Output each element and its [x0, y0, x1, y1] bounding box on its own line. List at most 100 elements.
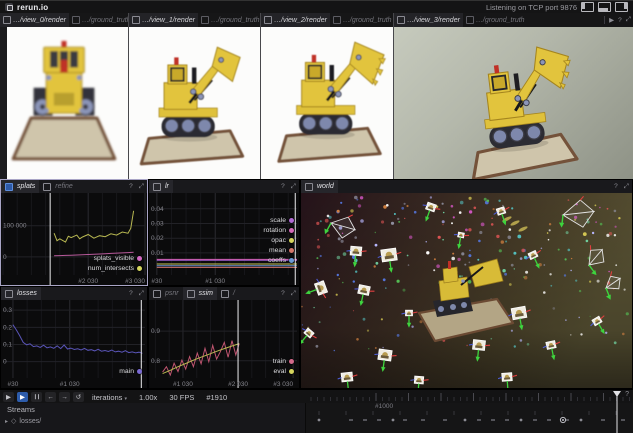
panel-splats[interactable]: splatsrefine? ⤢ 100 0000#2 030#3 030splat…	[0, 179, 148, 286]
legend-item-opac[interactable]: opac	[263, 235, 294, 245]
world-3d-view[interactable]	[301, 193, 632, 388]
tab-refine[interactable]: refine	[39, 180, 77, 193]
rendered-image-view-0[interactable]	[0, 27, 128, 179]
legend-item-main[interactable]: main	[119, 366, 142, 376]
tab-view-1-render[interactable]: …/view_1/render	[129, 13, 198, 27]
maximize-icon[interactable]: ⤢	[291, 183, 296, 190]
toggle-bottom-panel-icon[interactable]	[598, 2, 611, 12]
maximize-icon[interactable]: ⤢	[624, 183, 629, 190]
playhead-handle[interactable]	[613, 391, 621, 397]
toggle-left-panel-icon[interactable]	[581, 2, 594, 12]
legend-item-mean[interactable]: mean	[263, 245, 294, 255]
tab-splats[interactable]: splats	[1, 180, 39, 193]
expand-icon[interactable]: ▸	[5, 418, 8, 425]
legend-item-splats-visible[interactable]: splats_visible	[88, 253, 142, 263]
ssim-plot[interactable]: 0.90.8#1 030#2 030#3 030traineval	[149, 300, 299, 388]
tab-view-1-ground-truth[interactable]: …/ground_truth	[198, 13, 260, 27]
legend-item-coeffs[interactable]: coeffs	[263, 255, 294, 265]
loop-button[interactable]: ↺	[73, 392, 84, 402]
maximize-icon[interactable]: ⤢	[139, 183, 144, 190]
y-tick-label: 0.1	[3, 341, 12, 348]
rendered-image-view-2[interactable]	[261, 27, 393, 179]
timeline-selector[interactable]: iterations▾	[92, 393, 127, 402]
toggle-right-panel-icon[interactable]	[615, 2, 628, 12]
legend-item-eval[interactable]: eval	[273, 366, 294, 376]
legend-label: main	[119, 368, 134, 375]
legend-item-scale[interactable]: scale	[263, 215, 294, 225]
help-icon[interactable]: ?	[129, 183, 133, 190]
viewport-tabbar: …/view_2/render…/ground_truth▶?⤢	[261, 13, 393, 28]
tab-psnr[interactable]: psnr	[149, 287, 183, 300]
tab-[interactable]: /	[217, 287, 239, 300]
legend-color-dot	[289, 238, 294, 243]
app-title[interactable]: rerun.io	[17, 3, 48, 12]
rendered-image-view-1[interactable]	[129, 27, 260, 179]
stream-row-losses[interactable]: ▸ ◇ losses/	[5, 417, 41, 425]
legend-item-train[interactable]: train	[273, 356, 294, 366]
tab-label: …/view_0/render	[13, 17, 66, 24]
help-icon[interactable]: ?	[129, 290, 133, 297]
help-icon[interactable]: ?	[281, 183, 285, 190]
chart-icon	[305, 183, 313, 191]
legend-label: eval	[274, 368, 286, 375]
viewport-view-3[interactable]: …/view_3/render…/ground_truth ▶? ⤢	[393, 13, 633, 179]
help-icon[interactable]: ?	[614, 183, 618, 190]
tab-view-0-render[interactable]: …/view_0/render	[0, 13, 69, 27]
tab-lr[interactable]: lr	[149, 180, 173, 193]
y-tick-label: 0.01	[151, 250, 164, 257]
viewport-view-2[interactable]: …/view_2/render…/ground_truth▶?⤢	[260, 13, 393, 179]
tab-label: /	[233, 290, 235, 297]
panel-metrics[interactable]: psnrssim/?⤢ 0.90.8#1 030#2 030#3 030trai…	[148, 286, 300, 389]
tab-world[interactable]: world	[301, 180, 338, 193]
maximize-icon[interactable]: ⤢	[139, 290, 144, 297]
rendered-image-view-3[interactable]	[394, 27, 633, 179]
viewport-view-0[interactable]: …/view_0/render…/ground_truth▶?⤢	[0, 13, 128, 179]
y-tick-label: 0.03	[151, 220, 164, 227]
rerun-logo-icon[interactable]	[5, 3, 13, 11]
legend-label: mean	[269, 247, 286, 254]
tab-losses[interactable]: losses	[1, 287, 41, 300]
panel-losses[interactable]: losses? ⤢ 0.30.20.10#30#1 030main	[0, 286, 148, 389]
play-button[interactable]: ▶	[3, 392, 14, 402]
lr-plot[interactable]: 0.040.030.020.01#30#1 030scalerotationop…	[149, 193, 299, 285]
series-eval	[163, 344, 240, 374]
timeline-help-icon[interactable]: ?	[625, 391, 629, 398]
series-num_intersects	[54, 211, 134, 242]
panel-losses-header: losses? ⤢	[1, 287, 147, 301]
maximize-icon[interactable]: ⤢	[626, 16, 631, 24]
playback-fps[interactable]: 30 FPS	[169, 393, 194, 402]
play-view-icon[interactable]: ▶	[609, 16, 614, 24]
tab-view-3-ground-truth[interactable]: …/ground_truth	[463, 13, 528, 27]
tab-view-3-render[interactable]: …/view_3/render	[394, 13, 463, 27]
step-forward-button[interactable]: →	[59, 392, 70, 402]
losses-plot[interactable]: 0.30.20.10#30#1 030main	[1, 300, 147, 388]
help-icon[interactable]: ?	[618, 17, 622, 24]
follow-button[interactable]: ▶	[17, 392, 28, 402]
tab-label: losses	[17, 290, 37, 297]
panel-world[interactable]: world? ⤢	[300, 179, 633, 389]
tab-ssim[interactable]: ssim	[183, 287, 217, 300]
ruler-canvas[interactable]: #1000	[305, 389, 633, 433]
viewport-tabbar: …/view_3/render…/ground_truth ▶? ⤢	[394, 13, 633, 28]
legend-item-rotation[interactable]: rotation	[263, 225, 294, 235]
panel-lr[interactable]: lr? ⤢ 0.040.030.020.01#30#1 030scalerotat…	[148, 179, 300, 286]
time-ruler[interactable]: #1000	[305, 389, 633, 433]
tab-view-2-ground-truth[interactable]: …/ground_truth	[330, 13, 393, 27]
splats-plot[interactable]: 100 0000#2 030#3 030splats_visiblenum_in…	[1, 193, 147, 285]
legend: splats_visiblenum_intersects	[88, 253, 142, 273]
legend-color-dot	[289, 218, 294, 223]
playback-speed[interactable]: 1.00x	[139, 393, 157, 402]
y-tick-label: 0.8	[151, 358, 160, 365]
view-icon	[132, 16, 140, 24]
viewport-view-1[interactable]: …/view_1/render…/ground_truth▶?⤢	[128, 13, 260, 179]
panel-world-header: world? ⤢	[301, 180, 632, 194]
maximize-icon[interactable]: ⤢	[291, 290, 296, 297]
legend-item-num-intersects[interactable]: num_intersects	[88, 263, 142, 273]
tab-view-2-render[interactable]: …/view_2/render	[261, 13, 330, 27]
view-icon	[264, 16, 272, 24]
view-icon	[333, 16, 341, 24]
step-back-button[interactable]: ←	[45, 392, 56, 402]
tab-view-0-ground-truth[interactable]: …/ground_truth	[69, 13, 128, 27]
help-icon[interactable]: ?	[281, 290, 285, 297]
pause-button[interactable]: ❙❙	[31, 392, 42, 402]
